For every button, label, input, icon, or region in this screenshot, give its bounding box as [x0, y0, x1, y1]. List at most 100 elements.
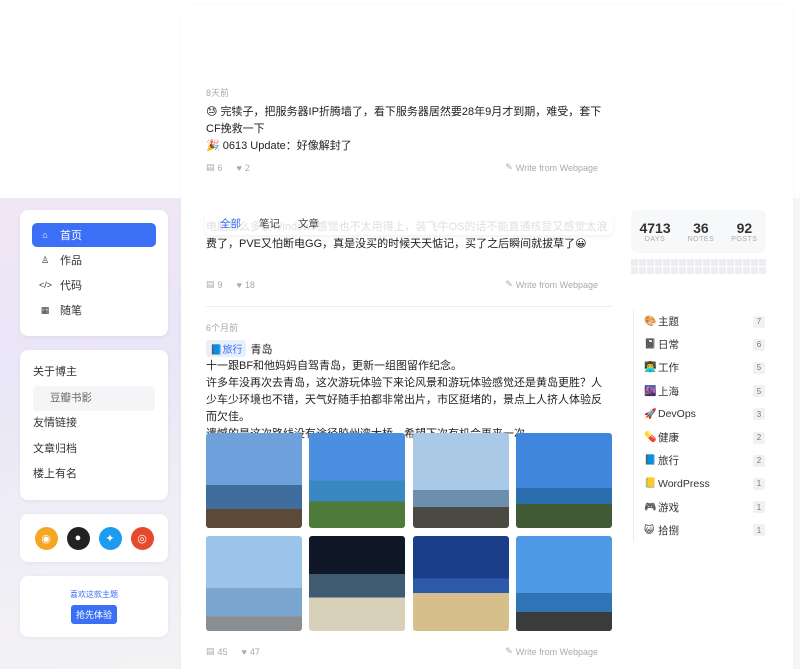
post-item: 6个月前 📘旅行 青岛 十一跟BF和他妈妈自驾青岛，更新一组图留作纪念。 许多年… [206, 321, 612, 443]
photo-thumbnail[interactable] [515, 433, 612, 528]
heatmap-cell[interactable] [655, 267, 662, 274]
heatmap-cell[interactable] [663, 259, 670, 266]
category-item[interactable]: 🚀 DevOps 3 [644, 403, 765, 426]
heatmap-cell[interactable] [671, 267, 678, 274]
category-item[interactable]: 📘 旅行 2 [644, 449, 765, 472]
heart-icon: ♥ [236, 162, 242, 173]
photo-thumbnail[interactable] [206, 536, 302, 631]
nav-item-label: 随笔 [60, 305, 82, 317]
link-guestbook[interactable]: 楼上有名 [33, 462, 155, 488]
category-name: 游戏 [658, 501, 679, 514]
category-emoji-icon: 😺 [644, 524, 655, 536]
category-item[interactable]: 👨‍💻 工作 5 [644, 356, 765, 379]
twitter-icon[interactable]: ✦ [98, 526, 122, 550]
heatmap-cell[interactable] [743, 259, 750, 266]
category-emoji-icon: 🚀 [644, 408, 657, 420]
heatmap-cell[interactable] [687, 259, 694, 266]
category-count: 5 [753, 361, 765, 374]
heatmap-cell[interactable] [735, 259, 742, 266]
photo-thumbnail[interactable] [309, 433, 406, 528]
link-douban[interactable]: 豆瓣书影 [33, 385, 155, 411]
like-count[interactable]: ♥ 47 [242, 647, 260, 657]
category-tag[interactable]: 📘旅行 [206, 340, 247, 357]
heatmap-cell[interactable] [695, 267, 702, 274]
heatmap-cell[interactable] [671, 259, 678, 266]
category-item[interactable]: 😺 拾捌 1 [644, 519, 765, 542]
category-name: DevOps [658, 408, 696, 421]
photo-thumbnail[interactable] [206, 433, 302, 528]
heatmap-cell[interactable] [719, 267, 726, 274]
heatmap-cell[interactable] [695, 259, 702, 266]
weibo-icon[interactable]: ◎ [130, 526, 154, 550]
tab-notes[interactable]: 笔记 [250, 216, 289, 231]
tab-articles[interactable]: 文章 [289, 216, 328, 231]
promo-button[interactable]: 抢先体验 [70, 605, 117, 624]
heatmap-cell[interactable] [751, 259, 758, 266]
comment-count[interactable]: ▤ 9 [206, 279, 223, 290]
heatmap-cell[interactable] [647, 267, 654, 274]
comment-count[interactable]: ▤ 45 [206, 646, 228, 657]
category-name: 上海 [658, 385, 679, 398]
heatmap-cell[interactable] [639, 259, 646, 266]
post-title[interactable]: 青岛 [250, 341, 272, 357]
like-count[interactable]: ♥ 2 [237, 163, 250, 173]
heatmap-cell[interactable] [719, 259, 726, 266]
heatmap-cell[interactable] [735, 267, 742, 274]
photo-thumbnail[interactable] [515, 536, 612, 631]
heatmap-cell[interactable] [631, 267, 638, 274]
comment-count[interactable]: ▤ 6 [206, 162, 223, 173]
category-item[interactable]: 💊 健康 2 [644, 426, 765, 449]
heatmap-cell[interactable] [751, 267, 758, 274]
post-item: 8天前 😓 完犊子，把服务器IP折腾墙了，看下服务器居然要28年9月才到期，难受… [206, 86, 612, 155]
heatmap-cell[interactable] [631, 259, 638, 266]
link-about[interactable]: 关于博主 [33, 360, 155, 386]
photo-thumbnail[interactable] [309, 536, 406, 631]
link-friends[interactable]: 友情链接 [33, 411, 155, 437]
category-item[interactable]: 🎮 游戏 1 [644, 496, 765, 519]
heatmap-cell[interactable] [655, 259, 662, 266]
github-icon[interactable]: ● [66, 526, 90, 550]
rss-icon[interactable]: ◉ [34, 526, 58, 550]
heatmap-cell[interactable] [743, 267, 750, 274]
nav-item-works[interactable]: ♙ 作品 [32, 248, 156, 272]
heatmap-cell[interactable] [663, 267, 670, 274]
post-footer: ▤ 6 ♥ 2 ✎ Write from Webpage [206, 162, 612, 173]
category-count: 5 [753, 385, 765, 398]
category-emoji-icon: 📓 [644, 339, 657, 351]
heatmap-cell[interactable] [703, 267, 710, 274]
heatmap-cell[interactable] [679, 267, 686, 274]
nav-item-notes[interactable]: ▦ 随笔 [32, 298, 156, 322]
heatmap-cell[interactable] [647, 259, 654, 266]
heatmap-cell[interactable] [759, 267, 766, 274]
category-item[interactable]: 🌆 上海 5 [644, 380, 765, 403]
heatmap-cell[interactable] [711, 259, 718, 266]
filter-tabs: 全部 笔记 文章 [205, 211, 613, 235]
nav-item-label: 首页 [60, 230, 82, 242]
heatmap-cell[interactable] [727, 259, 734, 266]
category-item[interactable]: 📒 WordPress 1 [644, 472, 765, 495]
tab-all[interactable]: 全部 [211, 216, 250, 231]
heatmap-cell[interactable] [687, 267, 694, 274]
heatmap-cell[interactable] [703, 259, 710, 266]
heatmap-cell[interactable] [759, 259, 766, 266]
heatmap-cell[interactable] [679, 259, 686, 266]
category-list: 🎨 主题 7 📓 日常 6 👨‍💻 工作 5 🌆 上海 5 🚀 DevOps 3 💊 健康 2 📘 旅行 2 📒 WordP… [633, 310, 765, 542]
theme-promo: 喜欢这款主题 抢先体验 [20, 576, 168, 637]
like-count[interactable]: ♥ 18 [237, 280, 255, 290]
heatmap-cell[interactable] [711, 267, 718, 274]
category-item[interactable]: 📓 日常 6 [644, 333, 765, 356]
nav-item-home[interactable]: ⌂ 首页 [32, 223, 156, 247]
nav-item-label: 作品 [60, 255, 82, 267]
link-archive[interactable]: 文章归档 [33, 437, 155, 463]
heatmap-cell[interactable] [727, 267, 734, 274]
category-name: 拾捌 [658, 524, 679, 537]
photo-thumbnail[interactable] [412, 433, 509, 528]
heatmap-cell[interactable] [639, 267, 646, 274]
category-emoji-icon: 🎨 [644, 316, 657, 328]
category-item[interactable]: 🎨 主题 7 [644, 310, 765, 333]
category-name: 旅行 [658, 455, 679, 468]
category-name: 健康 [658, 432, 679, 445]
photo-thumbnail[interactable] [412, 536, 509, 631]
category-count: 1 [753, 477, 765, 490]
nav-item-code[interactable]: </> 代码 [32, 273, 156, 297]
